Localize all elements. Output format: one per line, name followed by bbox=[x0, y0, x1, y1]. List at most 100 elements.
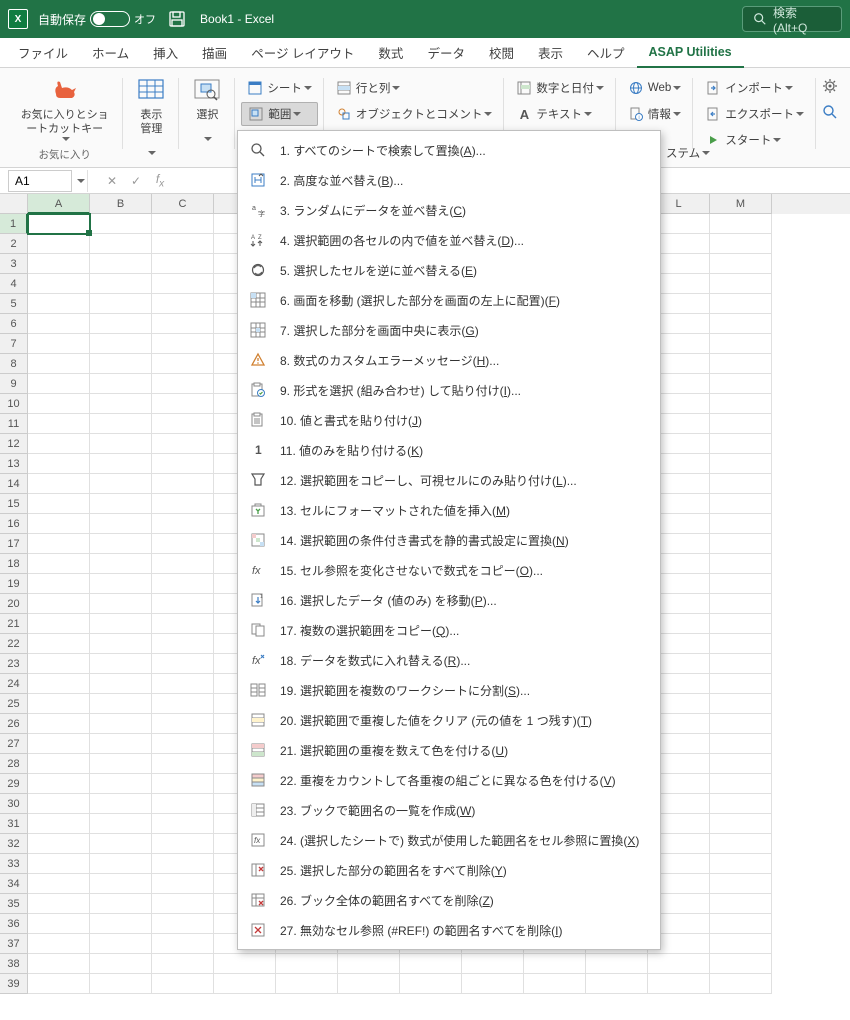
cell[interactable] bbox=[90, 894, 152, 914]
row-header[interactable]: 33 bbox=[0, 854, 28, 874]
cell[interactable] bbox=[710, 294, 772, 314]
cell[interactable] bbox=[90, 254, 152, 274]
menu-item-12[interactable]: 12. 選択範囲をコピーし、可視セルにのみ貼り付け(L)... bbox=[238, 465, 660, 495]
cell[interactable] bbox=[710, 914, 772, 934]
cell[interactable] bbox=[28, 634, 90, 654]
tab-描画[interactable]: 描画 bbox=[190, 38, 239, 68]
cell[interactable] bbox=[152, 974, 214, 994]
cell[interactable] bbox=[710, 474, 772, 494]
numdate-button[interactable]: 数字と日付 bbox=[510, 76, 610, 100]
cell[interactable] bbox=[28, 234, 90, 254]
cell[interactable] bbox=[152, 754, 214, 774]
cell[interactable] bbox=[710, 334, 772, 354]
cell[interactable] bbox=[90, 814, 152, 834]
cell[interactable] bbox=[90, 914, 152, 934]
cell[interactable] bbox=[400, 954, 462, 974]
cell[interactable] bbox=[90, 854, 152, 874]
cell[interactable] bbox=[90, 614, 152, 634]
cell[interactable] bbox=[586, 954, 648, 974]
cell[interactable] bbox=[710, 694, 772, 714]
cell[interactable] bbox=[152, 674, 214, 694]
cell[interactable] bbox=[28, 754, 90, 774]
cell[interactable] bbox=[152, 394, 214, 414]
menu-item-17[interactable]: 17. 複数の選択範囲をコピー(Q)... bbox=[238, 615, 660, 645]
tab-データ[interactable]: データ bbox=[415, 38, 477, 68]
row-header[interactable]: 8 bbox=[0, 354, 28, 374]
menu-item-4[interactable]: AZ4. 選択範囲の各セルの内で値を並べ替え(D)... bbox=[238, 225, 660, 255]
import-button[interactable]: インポート bbox=[699, 76, 810, 100]
row-header[interactable]: 32 bbox=[0, 834, 28, 854]
cell[interactable] bbox=[462, 974, 524, 994]
cell[interactable] bbox=[90, 874, 152, 894]
menu-item-26[interactable]: 26. ブック全体の範囲名すべてを削除(Z) bbox=[238, 885, 660, 915]
cell[interactable] bbox=[710, 414, 772, 434]
cell[interactable] bbox=[710, 514, 772, 534]
row-header[interactable]: 17 bbox=[0, 534, 28, 554]
cell[interactable] bbox=[28, 474, 90, 494]
cell[interactable] bbox=[152, 254, 214, 274]
cell[interactable] bbox=[28, 654, 90, 674]
row-header[interactable]: 2 bbox=[0, 234, 28, 254]
cell[interactable] bbox=[90, 954, 152, 974]
cell[interactable] bbox=[90, 574, 152, 594]
cell[interactable] bbox=[214, 974, 276, 994]
cell[interactable] bbox=[710, 494, 772, 514]
menu-item-16[interactable]: 116. 選択したデータ (値のみ) を移動(P)... bbox=[238, 585, 660, 615]
cell[interactable] bbox=[28, 774, 90, 794]
cell[interactable] bbox=[710, 374, 772, 394]
cell[interactable] bbox=[152, 774, 214, 794]
row-header[interactable]: 38 bbox=[0, 954, 28, 974]
cell[interactable] bbox=[90, 654, 152, 674]
cell[interactable] bbox=[648, 954, 710, 974]
cell[interactable] bbox=[28, 414, 90, 434]
cell[interactable] bbox=[28, 914, 90, 934]
menu-item-8[interactable]: 8. 数式のカスタムエラーメッセージ(H)... bbox=[238, 345, 660, 375]
cell[interactable] bbox=[710, 274, 772, 294]
cell[interactable] bbox=[710, 234, 772, 254]
row-header[interactable]: 24 bbox=[0, 674, 28, 694]
cell[interactable] bbox=[28, 934, 90, 954]
cell[interactable] bbox=[152, 514, 214, 534]
menu-item-11[interactable]: 111. 値のみを貼り付ける(K) bbox=[238, 435, 660, 465]
cell[interactable] bbox=[152, 894, 214, 914]
sheet-button[interactable]: シート bbox=[241, 76, 318, 100]
cell[interactable] bbox=[90, 534, 152, 554]
row-header[interactable]: 11 bbox=[0, 414, 28, 434]
tab-ページ レイアウト[interactable]: ページ レイアウト bbox=[239, 38, 366, 68]
cell[interactable] bbox=[152, 434, 214, 454]
column-header[interactable]: C bbox=[152, 194, 214, 214]
display-button[interactable]: 表示管理 bbox=[129, 72, 173, 157]
cell[interactable] bbox=[152, 334, 214, 354]
row-header[interactable]: 1 bbox=[0, 214, 28, 234]
cell[interactable] bbox=[152, 554, 214, 574]
text-button[interactable]: Aテキスト bbox=[510, 102, 610, 126]
cell[interactable] bbox=[90, 794, 152, 814]
cell[interactable] bbox=[710, 534, 772, 554]
cell[interactable] bbox=[28, 794, 90, 814]
cell[interactable] bbox=[90, 474, 152, 494]
row-header[interactable]: 16 bbox=[0, 514, 28, 534]
cell[interactable] bbox=[90, 334, 152, 354]
row-header[interactable]: 9 bbox=[0, 374, 28, 394]
cell[interactable] bbox=[524, 954, 586, 974]
cell[interactable] bbox=[28, 214, 90, 234]
cell[interactable] bbox=[90, 394, 152, 414]
cell[interactable] bbox=[28, 834, 90, 854]
cell[interactable] bbox=[710, 894, 772, 914]
cell[interactable] bbox=[710, 574, 772, 594]
tab-数式[interactable]: 数式 bbox=[366, 38, 415, 68]
menu-item-2[interactable]: 2. 高度な並べ替え(B)... bbox=[238, 165, 660, 195]
cell[interactable] bbox=[152, 574, 214, 594]
cell[interactable] bbox=[276, 954, 338, 974]
row-header[interactable]: 29 bbox=[0, 774, 28, 794]
cell[interactable] bbox=[28, 334, 90, 354]
cell[interactable] bbox=[152, 234, 214, 254]
cell[interactable] bbox=[152, 734, 214, 754]
menu-item-18[interactable]: fx18. データを数式に入れ替える(R)... bbox=[238, 645, 660, 675]
cell[interactable] bbox=[28, 454, 90, 474]
cell[interactable] bbox=[152, 354, 214, 374]
row-header[interactable]: 21 bbox=[0, 614, 28, 634]
menu-item-6[interactable]: 6. 画面を移動 (選択した部分を画面の左上に配置)(F) bbox=[238, 285, 660, 315]
cell[interactable] bbox=[28, 534, 90, 554]
cell[interactable] bbox=[28, 894, 90, 914]
